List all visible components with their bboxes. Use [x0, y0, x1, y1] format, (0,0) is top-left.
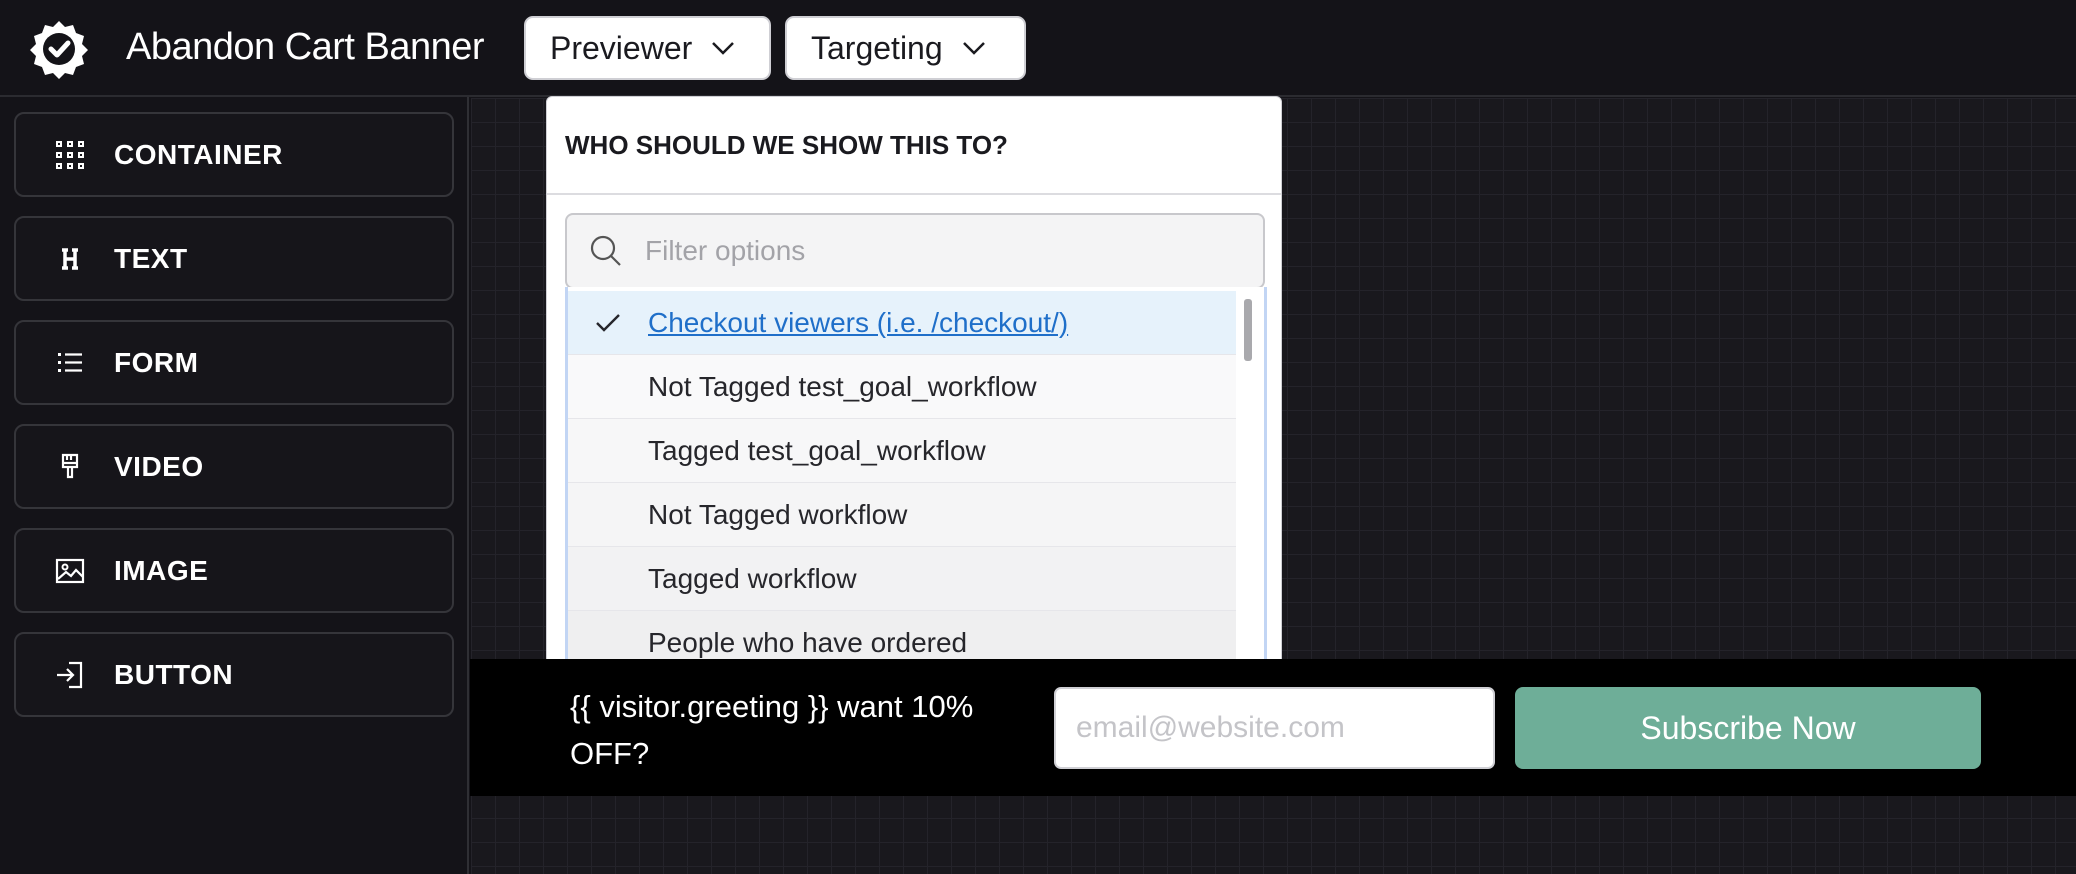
previewer-dropdown-button[interactable]: Previewer [524, 16, 771, 80]
sidebar-item-form[interactable]: FORM [14, 320, 454, 405]
listbox-scrollbar[interactable] [1244, 299, 1252, 361]
chevron-down-icon [712, 42, 735, 55]
sidebar-item-label: TEXT [114, 242, 188, 274]
option-label: Checkout viewers (i.e. /checkout/) [648, 306, 1069, 338]
app-title: Abandon Cart Banner [126, 26, 485, 68]
top-bar: Abandon Cart Banner Previewer Targeting [0, 0, 2076, 97]
list-item[interactable]: People who have ordered [568, 611, 1236, 661]
sidebar-item-label: CONTAINER [114, 138, 283, 170]
sign-in-icon [50, 660, 90, 690]
grid-icon [50, 140, 90, 170]
list-icon [50, 348, 90, 378]
abandon-cart-banner-preview[interactable]: {{ visitor.greeting }} want 10% OFF? Sub… [470, 659, 2076, 796]
sidebar-item-label: IMAGE [114, 554, 209, 586]
targeting-dropdown-button[interactable]: Targeting [785, 16, 1026, 80]
gear-check-icon[interactable] [28, 18, 90, 80]
sidebar-item-label: BUTTON [114, 658, 234, 690]
list-item[interactable]: Not Tagged workflow [568, 483, 1236, 547]
list-item[interactable]: Not Tagged test_goal_workflow [568, 355, 1236, 419]
list-item[interactable]: Tagged test_goal_workflow [568, 419, 1236, 483]
option-label: Not Tagged workflow [648, 498, 908, 530]
option-label: Tagged test_goal_workflow [648, 434, 986, 466]
targeting-dropdown-panel: WHO SHOULD WE SHOW THIS TO? Checkout vie… [546, 96, 1282, 662]
list-item[interactable]: Checkout viewers (i.e. /checkout/) [568, 291, 1236, 355]
options-listbox[interactable]: Checkout viewers (i.e. /checkout/) Not T… [565, 287, 1267, 661]
sidebar-item-label: FORM [114, 346, 199, 378]
option-label: Not Tagged test_goal_workflow [648, 370, 1037, 402]
search-icon [590, 235, 621, 266]
banner-message: {{ visitor.greeting }} want 10% OFF? [570, 689, 974, 771]
option-label: Tagged workflow [648, 562, 857, 594]
targeting-label: Targeting [811, 29, 943, 66]
filter-options-input[interactable] [645, 235, 1205, 267]
email-field[interactable] [1054, 687, 1495, 769]
image-icon [50, 556, 90, 586]
sidebar-item-video[interactable]: VIDEO [14, 424, 454, 509]
option-label: People who have ordered [648, 626, 968, 658]
chevron-down-icon [962, 42, 985, 55]
filter-options-field[interactable] [565, 213, 1265, 289]
sidebar-item-button[interactable]: BUTTON [14, 632, 454, 717]
list-item[interactable]: Tagged workflow [568, 547, 1236, 611]
heading-icon [50, 244, 90, 274]
sidebar-item-container[interactable]: CONTAINER [14, 112, 454, 197]
sidebar-item-image[interactable]: IMAGE [14, 528, 454, 613]
sidebar-item-label: VIDEO [114, 450, 204, 482]
sidebar-item-text[interactable]: TEXT [14, 216, 454, 301]
component-sidebar: CONTAINER TEXT FORM VIDEO IMAGE BUTTON [0, 97, 469, 874]
subscribe-button[interactable]: Subscribe Now [1515, 687, 1981, 769]
check-icon [568, 309, 648, 337]
brush-icon [50, 452, 90, 482]
targeting-heading: WHO SHOULD WE SHOW THIS TO? [547, 97, 1281, 195]
previewer-label: Previewer [550, 29, 693, 66]
